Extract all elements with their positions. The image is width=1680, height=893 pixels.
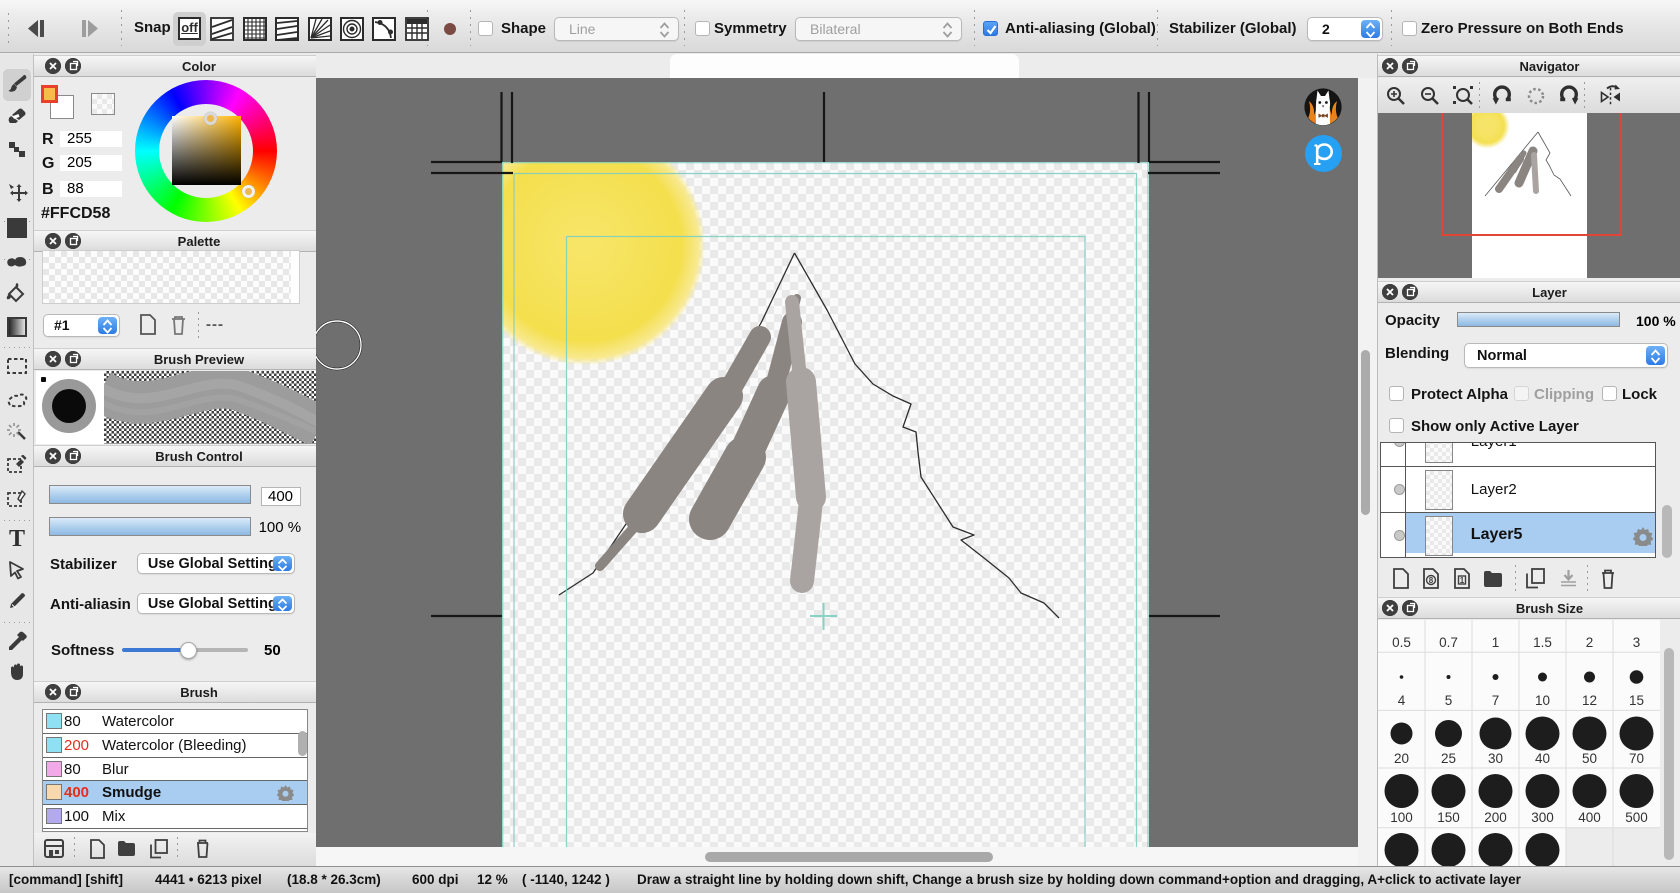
- svg-text:20: 20: [1394, 751, 1409, 766]
- svg-text:400: 400: [1578, 810, 1601, 825]
- svg-text:30: 30: [1488, 751, 1503, 766]
- svg-text:3: 3: [1633, 635, 1641, 650]
- svg-text:70: 70: [1629, 751, 1644, 766]
- svg-text:0.5: 0.5: [1392, 635, 1411, 650]
- svg-text:0.7: 0.7: [1439, 635, 1458, 650]
- svg-text:1.5: 1.5: [1533, 635, 1552, 650]
- svg-text:7: 7: [1492, 693, 1500, 708]
- svg-text:12: 12: [1582, 693, 1597, 708]
- svg-text:8: 8: [1429, 576, 1434, 585]
- svg-text:25: 25: [1441, 751, 1456, 766]
- svg-text:1: 1: [1460, 576, 1465, 585]
- svg-text:5: 5: [1445, 693, 1453, 708]
- svg-text:300: 300: [1531, 810, 1554, 825]
- svg-text:40: 40: [1535, 751, 1550, 766]
- svg-text:10: 10: [1535, 693, 1550, 708]
- svg-text:4: 4: [1398, 693, 1406, 708]
- svg-text:50: 50: [1582, 751, 1597, 766]
- svg-text:500: 500: [1625, 810, 1648, 825]
- svg-text:100: 100: [1390, 810, 1413, 825]
- svg-text:150: 150: [1437, 810, 1460, 825]
- svg-text:15: 15: [1629, 693, 1644, 708]
- svg-text:1: 1: [1492, 635, 1500, 650]
- svg-text:200: 200: [1484, 810, 1507, 825]
- svg-text:2: 2: [1586, 635, 1594, 650]
